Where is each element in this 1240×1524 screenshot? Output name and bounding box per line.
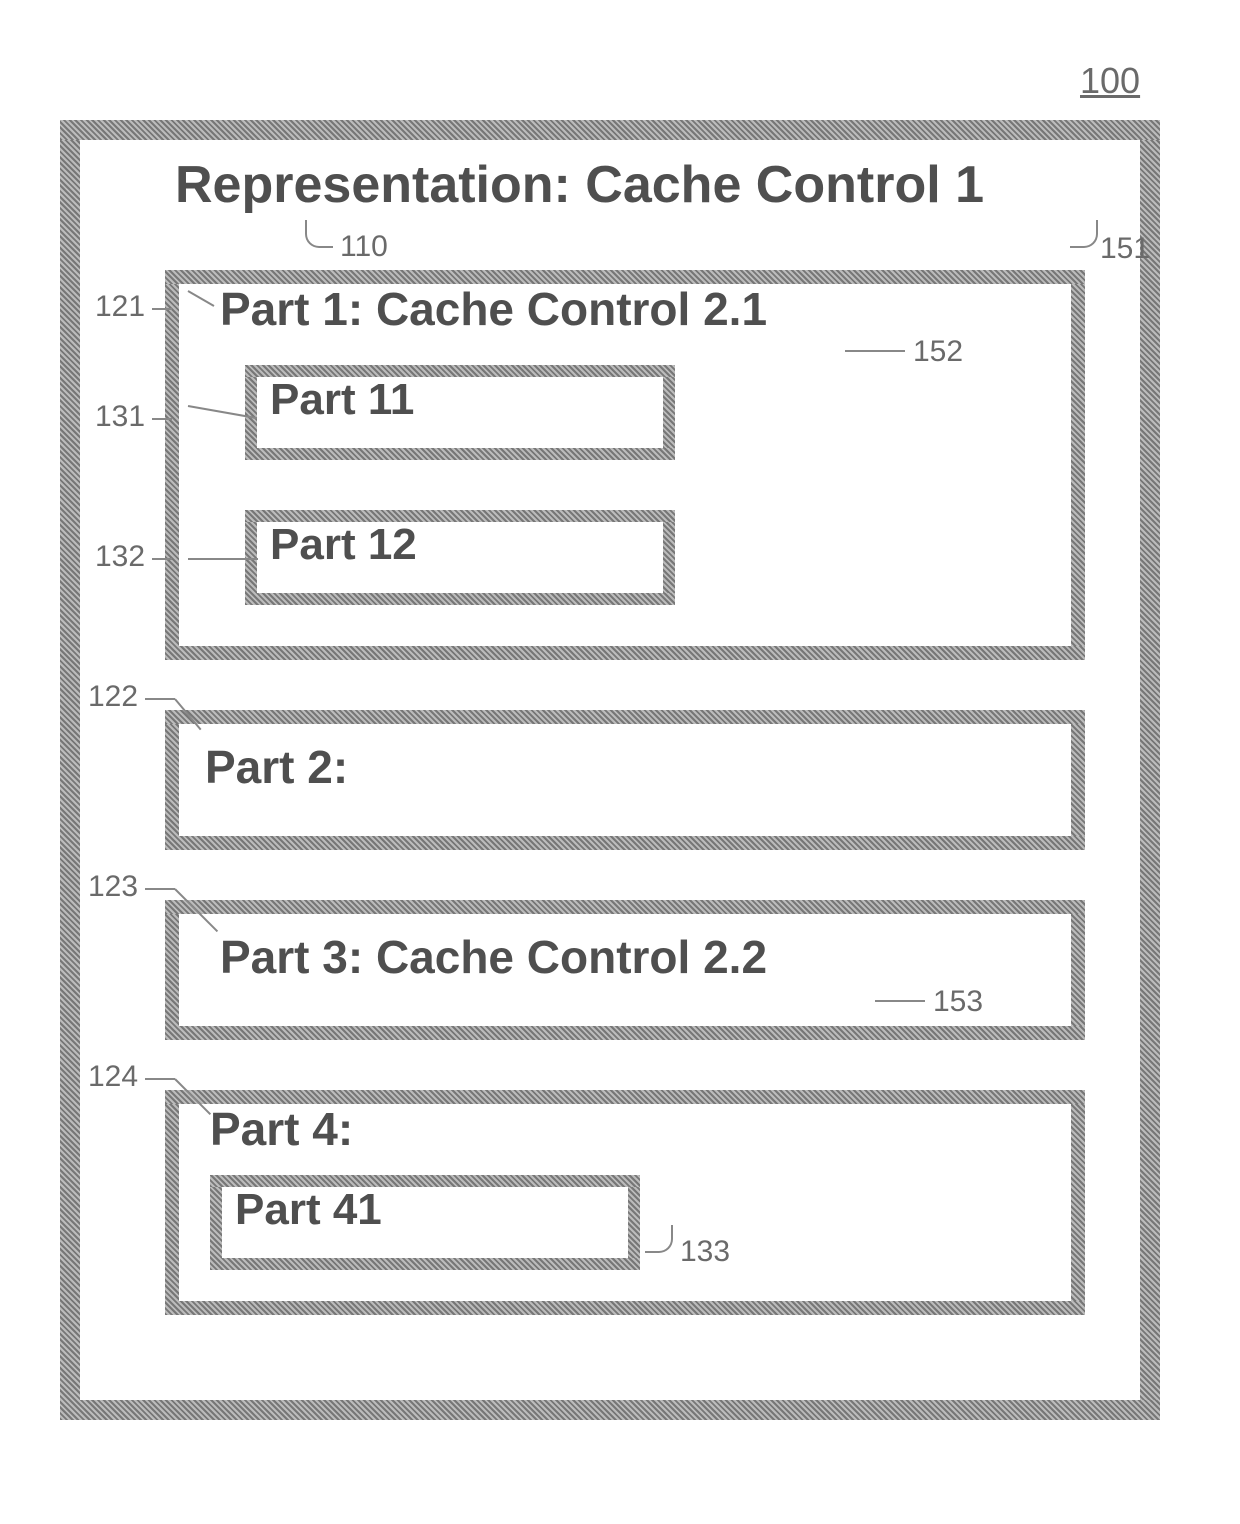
leader-121	[152, 308, 172, 310]
leader-133	[645, 1225, 673, 1253]
figure-number: 100	[1080, 60, 1140, 102]
part12-title: Part 12	[270, 520, 417, 570]
leader-122	[145, 698, 175, 700]
ref-152: 152	[913, 335, 963, 369]
part4-box: Part 4: Part 41 133	[165, 1090, 1085, 1315]
ref-131: 131	[95, 400, 145, 434]
ref-123: 123	[88, 870, 138, 904]
leader-123	[145, 888, 175, 890]
leader-132b	[188, 558, 258, 560]
leader-152	[845, 350, 905, 352]
ref-124: 124	[88, 1060, 138, 1094]
part4-title: Part 4:	[210, 1102, 353, 1156]
ref-133: 133	[680, 1235, 730, 1269]
leader-151	[1070, 220, 1098, 248]
leader-153	[875, 1000, 925, 1002]
ref-153: 153	[933, 985, 983, 1019]
leader-124	[145, 1078, 175, 1080]
part3-title: Part 3: Cache Control 2.2	[220, 930, 767, 984]
leader-110	[305, 220, 333, 248]
representation-title: Representation: Cache Control 1	[175, 155, 984, 215]
part11-box: Part 11	[245, 365, 675, 460]
part1-box: Part 1: Cache Control 2.1 152 Part 11 Pa…	[165, 270, 1085, 660]
ref-151: 151	[1100, 232, 1150, 266]
leader-131	[152, 418, 172, 420]
part41-title: Part 41	[235, 1185, 382, 1235]
part2-box: Part 2:	[165, 710, 1085, 850]
ref-110: 110	[340, 230, 388, 264]
part41-box: Part 41	[210, 1175, 640, 1270]
part3-box: Part 3: Cache Control 2.2 153	[165, 900, 1085, 1040]
ref-132: 132	[95, 540, 145, 574]
part11-title: Part 11	[270, 375, 414, 425]
part12-box: Part 12	[245, 510, 675, 605]
leader-132	[152, 558, 172, 560]
ref-122: 122	[88, 680, 138, 714]
part1-title: Part 1: Cache Control 2.1	[220, 282, 767, 336]
part2-title: Part 2:	[205, 740, 348, 794]
representation-box: Representation: Cache Control 1 110 151 …	[60, 120, 1160, 1420]
ref-121: 121	[95, 290, 145, 324]
